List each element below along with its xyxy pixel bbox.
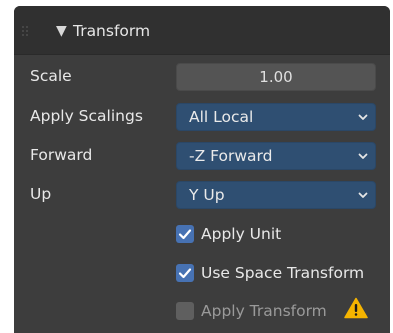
- scale-value: 1.00: [259, 68, 293, 86]
- apply-scalings-value: All Local: [189, 108, 254, 126]
- up-dropdown[interactable]: Y Up: [176, 181, 376, 209]
- apply-unit-label[interactable]: Apply Unit: [201, 224, 281, 244]
- forward-label: Forward: [30, 146, 93, 164]
- transform-panel: ▼ Transform Scale 1.00 Apply Scalings Al…: [14, 6, 390, 333]
- use-space-transform-label[interactable]: Use Space Transform: [201, 263, 364, 283]
- warning-icon: [344, 297, 368, 319]
- apply-scalings-dropdown[interactable]: All Local: [176, 103, 376, 131]
- checkmark-icon: [178, 268, 192, 279]
- scale-field[interactable]: 1.00: [176, 63, 376, 91]
- apply-transform-label[interactable]: Apply Transform: [201, 301, 327, 321]
- checkbox-checked[interactable]: [176, 264, 194, 282]
- chevron-down-icon: [358, 153, 368, 159]
- drag-handle-icon[interactable]: [22, 26, 36, 36]
- panel-title: Transform: [73, 22, 151, 40]
- checkbox-checked[interactable]: [176, 225, 194, 243]
- forward-dropdown[interactable]: -Z Forward: [176, 142, 376, 170]
- chevron-down-icon: [358, 192, 368, 198]
- apply-scalings-label: Apply Scalings: [30, 107, 143, 125]
- up-value: Y Up: [189, 186, 225, 204]
- checkmark-icon: [178, 229, 192, 240]
- checkbox-unchecked[interactable]: [176, 302, 194, 320]
- panel-header[interactable]: ▼ Transform: [14, 6, 390, 55]
- scale-label: Scale: [30, 67, 72, 85]
- up-label: Up: [30, 185, 52, 203]
- forward-value: -Z Forward: [189, 147, 273, 165]
- chevron-down-icon: [358, 114, 368, 120]
- collapse-arrow-icon[interactable]: ▼: [56, 23, 67, 39]
